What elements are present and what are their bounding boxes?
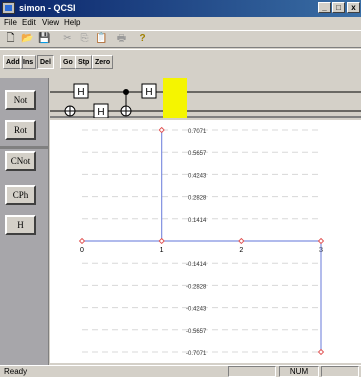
save-icon[interactable]: 💾 — [37, 32, 52, 46]
new-icon[interactable]: 🗋 — [3, 32, 18, 46]
close-button[interactable]: x — [347, 2, 360, 13]
cut-icon[interactable]: ✂ — [60, 32, 75, 46]
status-bar: Ready NUM — [0, 365, 361, 377]
cphase-gate-button[interactable]: CPh — [5, 185, 36, 205]
data-point-marker — [317, 348, 325, 356]
standard-toolbar: 🗋 📂 💾 ✂ ⎘ 📋 🖶 ? — [0, 30, 361, 48]
current-step-highlight — [163, 78, 187, 124]
app-window: simon - QCSI _ □ x File Edit View Help 🗋… — [0, 0, 361, 377]
print-icon[interactable]: 🖶 — [114, 32, 129, 46]
status-text: Ready — [4, 367, 28, 376]
zero-button[interactable]: Zero — [92, 55, 114, 69]
copy-icon[interactable]: ⎘ — [77, 32, 92, 46]
y-tick-label: -0.1414 — [186, 262, 207, 268]
paste-icon[interactable]: 📋 — [94, 32, 109, 46]
y-tick-label: 0.5657 — [188, 151, 207, 157]
status-pane-empty — [228, 366, 276, 377]
circuit-canvas[interactable]: H H H — [50, 78, 361, 124]
window-title: simon - QCSI — [19, 3, 76, 13]
edit-toolbar: Add Ins Del Go Stp Zero — [0, 49, 361, 77]
step-button[interactable]: Stp — [75, 55, 93, 69]
hadamard-gate-2-label: H — [97, 107, 104, 118]
hadamard-gate-1-label: H — [77, 87, 84, 98]
x-tick-label: 2 — [239, 247, 243, 254]
not-gate-button[interactable]: Not — [5, 90, 36, 110]
gate-palette: Not Rot CNot CPh H — [0, 78, 49, 365]
palette-divider — [0, 146, 49, 149]
amplitude-chart: 0.7071 0.5657 0.4243 0.2828 0.1414 -0.1414 -0.… — [50, 120, 361, 363]
y-tick-label: -0.2828 — [186, 284, 207, 290]
help-icon[interactable]: ? — [135, 32, 150, 46]
open-icon[interactable]: 📂 — [20, 32, 35, 46]
x-tick-label: 1 — [160, 247, 164, 254]
menu-bar: File Edit View Help — [0, 17, 361, 29]
menu-help[interactable]: Help — [64, 18, 80, 27]
menu-view[interactable]: View — [42, 18, 59, 27]
y-tick-label: 0.1414 — [188, 218, 207, 224]
rot-gate-button[interactable]: Rot — [5, 120, 36, 140]
y-tick-label: -0.7071 — [186, 351, 207, 357]
insert-button[interactable]: Ins — [20, 55, 37, 69]
menu-file[interactable]: File — [4, 18, 17, 27]
data-point-marker — [238, 237, 245, 245]
status-pane-empty-2 — [321, 366, 359, 377]
hadamard-gate-button[interactable]: H — [5, 215, 36, 235]
y-tick-label: -0.5657 — [186, 329, 207, 335]
cnot-gate-button[interactable]: CNot — [5, 151, 36, 171]
cnot-control-dot[interactable] — [123, 89, 129, 95]
data-point-marker — [158, 237, 165, 245]
data-point-marker — [78, 237, 86, 245]
data-point-marker — [317, 237, 325, 245]
y-tick-label: 0.7071 — [188, 129, 207, 135]
menu-edit[interactable]: Edit — [22, 18, 36, 27]
hadamard-gate-3-label: H — [145, 87, 152, 98]
y-tick-label: 0.2828 — [188, 196, 207, 202]
delete-button[interactable]: Del — [37, 55, 54, 69]
y-tick-label: -0.4243 — [186, 307, 207, 313]
x-tick-label: 0 — [80, 247, 84, 254]
num-lock-indicator: NUM — [279, 366, 319, 377]
minimize-button[interactable]: _ — [318, 2, 331, 13]
amplitude-chart-svg: 0.7071 0.5657 0.4243 0.2828 0.1414 -0.1414 -0.… — [78, 126, 325, 357]
maximize-button[interactable]: □ — [332, 2, 345, 13]
circuit-editor[interactable]: H H H — [50, 78, 361, 124]
y-tick-label: 0.4243 — [188, 173, 207, 179]
data-point-marker — [158, 126, 165, 134]
title-bar[interactable]: simon - QCSI _ □ x — [0, 0, 361, 17]
app-icon[interactable] — [2, 2, 15, 14]
go-button[interactable]: Go — [60, 55, 76, 69]
